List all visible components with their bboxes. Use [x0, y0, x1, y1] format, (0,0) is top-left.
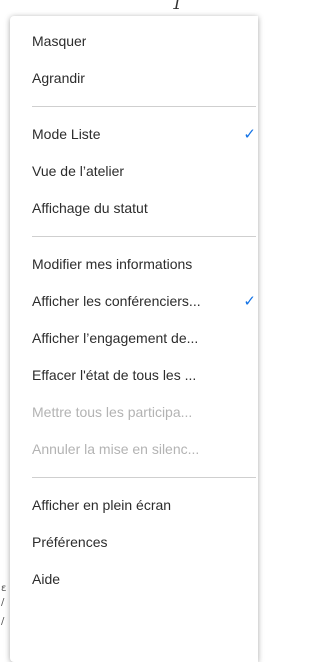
menu-item-mettre-tous-les-participa: Mettre tous les participa...: [10, 394, 258, 431]
menu-item-label: Afficher les conférenciers...: [32, 293, 201, 309]
menu-item-label: Annuler la mise en silenc...: [32, 441, 200, 457]
backdrop-edge-mark: /: [1, 616, 5, 627]
menu-item-label: Afficher en plein écran: [32, 497, 172, 513]
menu-item-affichage-du-statut[interactable]: Affichage du statut: [10, 190, 258, 227]
menu-item-label: Préférences: [32, 534, 108, 550]
menu-item-label: Effacer l'état de tous les ...: [32, 367, 197, 383]
menu-divider: [32, 106, 256, 107]
menu-item-label: Agrandir: [32, 70, 85, 86]
menu-item-label: Modifier mes informations: [32, 256, 193, 272]
menu-item-label: Aide: [32, 571, 61, 587]
menu-item-preferences[interactable]: Préférences: [10, 524, 258, 561]
menu-item-vue-de-l-atelier[interactable]: Vue de l’atelier: [10, 153, 258, 190]
menu-item-label: Vue de l’atelier: [32, 163, 125, 179]
menu-item-modifier-mes-informations[interactable]: Modifier mes informations: [10, 246, 258, 283]
checkmark-icon: ✓: [243, 125, 256, 143]
menu-item-label: Afficher l’engagement de...: [32, 330, 199, 346]
checkmark-icon: ✓: [243, 292, 256, 310]
menu-item-annuler-la-mise-en-silenc: Annuler la mise en silenc...: [10, 431, 258, 468]
menu-item-agrandir[interactable]: Agrandir: [10, 60, 258, 97]
menu-divider: [32, 236, 256, 237]
menu-divider: [32, 477, 256, 478]
menu-item-afficher-les-conferenciers[interactable]: Afficher les conférenciers... ✓: [10, 283, 258, 320]
menu-item-label: Mode Liste: [32, 126, 101, 142]
menu-item-aide[interactable]: Aide: [10, 561, 258, 598]
menu-item-label: Mettre tous les participa...: [32, 404, 193, 420]
context-menu: Masquer Agrandir Mode Liste ✓ Vue de l’ateli…: [10, 16, 258, 662]
menu-item-label: Affichage du statut: [32, 200, 148, 216]
menu-item-effacer-l-etat-de-tous-les[interactable]: Effacer l'état de tous les ...: [10, 357, 258, 394]
menu-item-afficher-l-engagement-de[interactable]: Afficher l’engagement de...: [10, 320, 258, 357]
menu-item-afficher-en-plein-ecran[interactable]: Afficher en plein écran: [10, 487, 258, 524]
window-top-glyph: 1: [172, 0, 183, 13]
menu-item-label: Masquer: [32, 33, 87, 49]
backdrop-edge-mark: ɛ: [1, 583, 7, 594]
menu-item-mode-liste[interactable]: Mode Liste ✓: [10, 116, 258, 153]
menu-item-masquer[interactable]: Masquer: [10, 23, 258, 60]
backdrop-edge-mark: /: [1, 597, 5, 608]
